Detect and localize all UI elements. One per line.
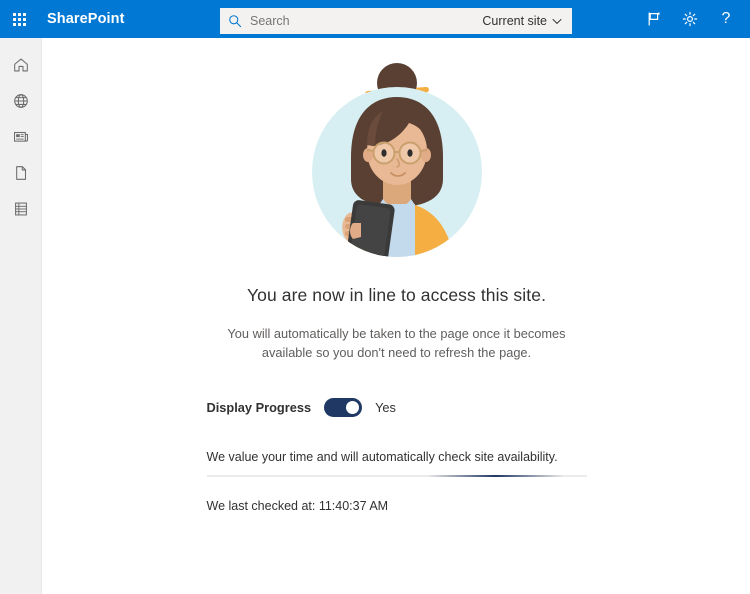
sharepoint-brand-link[interactable]: SharePoint xyxy=(47,11,125,27)
display-progress-state: Yes xyxy=(375,400,396,416)
indeterminate-progress-bar xyxy=(206,475,587,478)
app-launcher-waffle-icon[interactable] xyxy=(0,0,38,38)
sidebar-item-news[interactable] xyxy=(0,119,42,155)
lists-icon xyxy=(15,202,27,216)
news-icon xyxy=(14,131,28,142)
gear-icon[interactable] xyxy=(672,0,708,38)
sidebar-item-page[interactable] xyxy=(0,155,42,191)
search-input[interactable] xyxy=(250,9,483,33)
display-progress-row: Display Progress Yes xyxy=(206,398,587,418)
page-subtitle: You will automatically be taken to the p… xyxy=(227,326,566,361)
page-icon xyxy=(16,166,27,180)
person-with-phone-illustration xyxy=(287,47,507,277)
sharepoint-waiting-room-page: SharePoint Current site xyxy=(0,0,750,594)
left-navigation-rail xyxy=(0,38,42,594)
display-progress-label: Display Progress xyxy=(206,400,312,416)
search-scope-label: Current site xyxy=(482,14,547,28)
sidebar-item-lists[interactable] xyxy=(0,191,42,227)
flag-icon[interactable] xyxy=(636,0,672,38)
help-icon[interactable]: ? xyxy=(708,0,744,38)
display-progress-toggle[interactable] xyxy=(324,398,363,418)
suite-header: SharePoint Current site xyxy=(0,0,750,38)
search-icon xyxy=(220,14,250,28)
chevron-down-icon xyxy=(552,18,562,24)
home-icon xyxy=(14,58,28,72)
suite-actions: ? xyxy=(636,0,744,38)
last-checked-text: We last checked at: 11:40:37 AM xyxy=(206,499,389,514)
search-box[interactable]: Current site xyxy=(220,8,572,34)
search-scope-dropdown[interactable]: Current site xyxy=(482,14,572,28)
progress-bar-segment xyxy=(426,475,564,478)
sidebar-item-home[interactable] xyxy=(0,47,42,83)
availability-note: We value your time and will automaticall… xyxy=(206,450,558,465)
globe-icon xyxy=(14,94,28,108)
availability-block: We value your time and will automaticall… xyxy=(206,450,587,514)
help-glyph: ? xyxy=(721,10,731,27)
toggle-knob xyxy=(346,401,360,415)
page-title: You are now in line to access this site. xyxy=(246,285,547,305)
sidebar-item-world[interactable] xyxy=(0,83,42,119)
waiting-room-content: You are now in line to access this site.… xyxy=(43,38,750,594)
waffle-grid xyxy=(12,12,26,26)
